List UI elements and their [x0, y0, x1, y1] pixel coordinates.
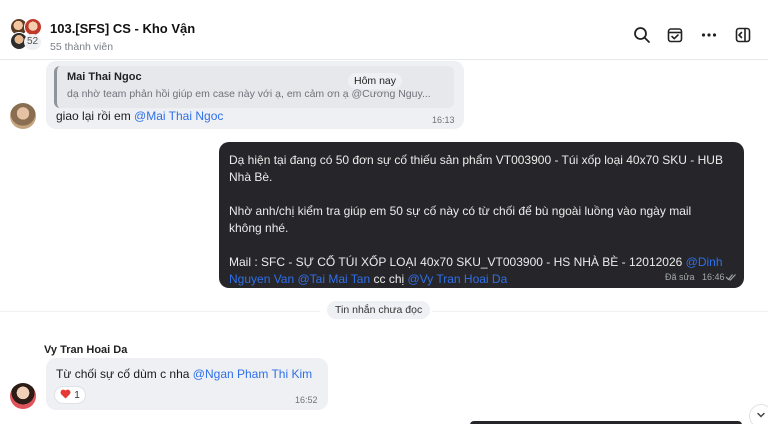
date-separator: Hôm nay [348, 73, 403, 89]
pin-icon[interactable] [664, 24, 686, 46]
mention-link[interactable]: @Mai Thai Ngoc [134, 109, 223, 123]
message-text: Dạ hiện tại đang có 50 đơn sự cố thiếu s… [229, 152, 723, 288]
avatar-count-badge: 52 [24, 34, 42, 50]
message-body: cc chị [370, 272, 408, 286]
mention-link[interactable]: @Ngan Pham Thi Kim [193, 367, 312, 381]
sidebar-toggle-icon[interactable] [732, 24, 754, 46]
chat-header: 52 103.[SFS] CS - Kho Vận 55 thành viên [0, 0, 768, 60]
message-line: Dạ hiện tại đang có 50 đơn sự cố thiếu s… [229, 153, 723, 167]
message-bubble[interactable]: Từ chối sự cố dùm c nha @Ngan Pham Thi K… [46, 358, 328, 410]
divider [432, 311, 768, 312]
mention-link[interactable]: @Tai Mai Tan [298, 272, 371, 286]
sender-avatar[interactable] [10, 103, 36, 129]
scroll-down-button[interactable] [749, 404, 768, 424]
message-line: không nhé. [229, 221, 289, 235]
message-line: Nhờ anh/chị kiểm tra giúp em 50 sự cố nà… [229, 204, 692, 218]
message-bubble[interactable]: Mai Thai Ngoc dạ nhờ team phản hồi giúp … [46, 61, 464, 129]
message-body: giao lại rồi em [56, 109, 135, 123]
sender-avatar[interactable] [10, 383, 36, 409]
heart-icon [60, 389, 71, 402]
edited-label: Đã sửa [665, 272, 695, 282]
message-text: Từ chối sự cố dùm c nha @Ngan Pham Thi K… [56, 367, 312, 381]
chevron-down-icon [756, 407, 766, 424]
mail-subject: Mail : SFC - SỰ CỐ TÚI XỐP LOẠI 40x70 SK… [229, 255, 686, 269]
divider [0, 311, 320, 312]
message-line: Nhà Bè. [229, 170, 273, 184]
more-icon[interactable] [698, 24, 720, 46]
mention-link[interactable]: Nguyen Van [229, 272, 294, 286]
group-avatar[interactable]: 52 [8, 18, 44, 54]
read-check-icon [725, 271, 737, 285]
unread-separator: Tin nhắn chưa đọc [327, 301, 431, 319]
reaction-badge[interactable]: 1 [54, 386, 86, 404]
message-list[interactable]: Mai Thai Ngoc dạ nhờ team phản hồi giúp … [0, 61, 768, 424]
search-icon[interactable] [631, 24, 653, 46]
quoted-text: dạ nhờ team phản hồi giúp em case này vớ… [67, 88, 431, 100]
message-time: 16:13 [432, 115, 455, 125]
mention-link[interactable]: @Vy Tran Hoai Da [408, 272, 508, 286]
message-time: 16:46 [702, 272, 725, 282]
message-text: giao lại rồi em @Mai Thai Ngoc [56, 109, 223, 123]
message-time: 16:52 [295, 395, 318, 405]
message-bubble-outgoing[interactable]: Dạ hiện tại đang có 50 đơn sự cố thiếu s… [219, 142, 744, 288]
message-line: Mail : SFC - SỰ CỐ TÚI XỐP LOẠI 40x70 SK… [229, 254, 723, 271]
mention-link[interactable]: @Dinh [686, 255, 723, 269]
quoted-sender: Mai Thai Ngoc [67, 71, 142, 83]
member-count[interactable]: 55 thành viên [50, 41, 113, 53]
message-line: Nguyen Van @Tai Mai Tan cc chị @Vy Tran … [229, 271, 723, 288]
message-body: Từ chối sự cố dùm c nha [56, 367, 193, 381]
group-title[interactable]: 103.[SFS] CS - Kho Vận [50, 21, 195, 36]
reaction-count: 1 [74, 389, 80, 401]
sender-name[interactable]: Vy Tran Hoai Da [44, 344, 127, 356]
